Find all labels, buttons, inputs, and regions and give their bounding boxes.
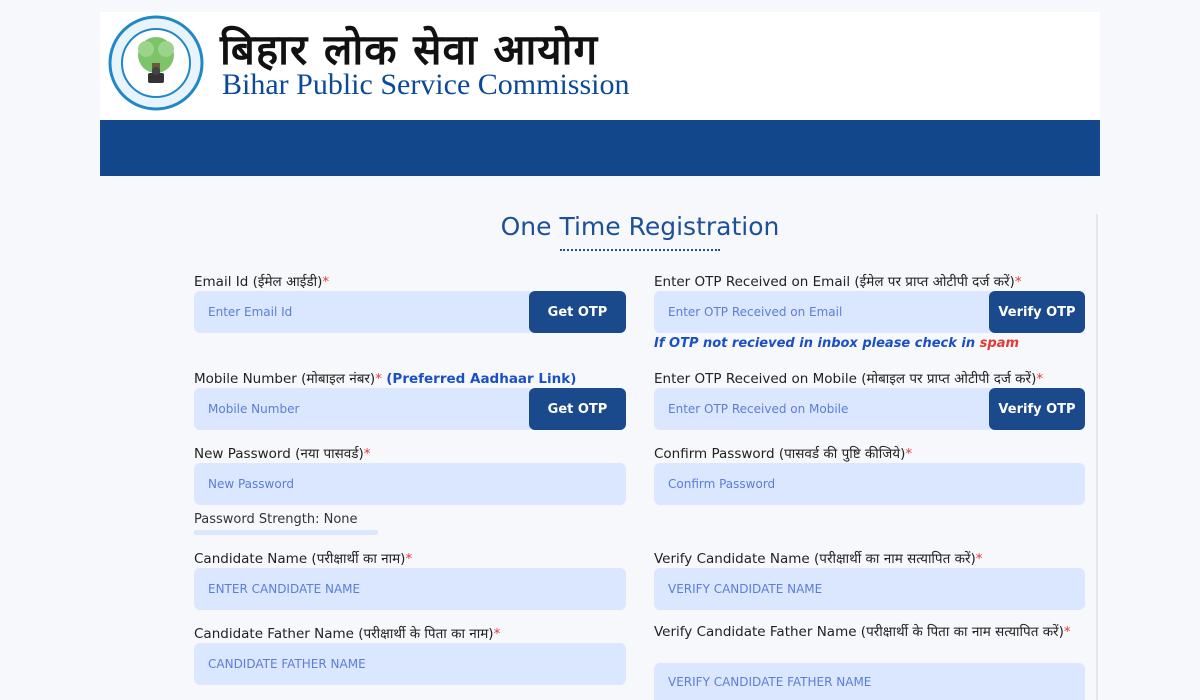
email-label-text: Email Id (ईमेल आईडी) — [194, 274, 323, 290]
required-mark: * — [493, 626, 501, 642]
required-mark: * — [322, 274, 330, 290]
new-password-input[interactable] — [194, 463, 626, 505]
required-mark: * — [905, 446, 913, 462]
email-otp-label: Enter OTP Received on Email (ईमेल पर प्र… — [654, 272, 1022, 290]
form-title-wrap: One Time Registration — [420, 212, 860, 251]
candidate-name-label-text: Candidate Name (परीक्षार्थी का नाम) — [194, 551, 406, 567]
father-name-label-text: Candidate Father Name (परीक्षार्थी के पि… — [194, 626, 494, 642]
candidate-name-label: Candidate Name (परीक्षार्थी का नाम)* — [194, 549, 412, 567]
password-strength-text: Password Strength: None — [194, 512, 358, 527]
email-otp-label-text: Enter OTP Received on Email (ईमेल पर प्र… — [654, 274, 1015, 290]
required-mark: * — [1036, 371, 1044, 387]
email-input[interactable] — [194, 291, 534, 333]
aadhaar-link-note: (Preferred Aadhaar Link) — [386, 371, 577, 387]
confirm-password-input[interactable] — [654, 463, 1085, 505]
mobile-verify-otp-button[interactable]: Verify OTP — [989, 388, 1085, 430]
title-underline — [560, 249, 720, 251]
logo-english: Bihar Public Service Commission — [222, 68, 630, 101]
email-verify-otp-button[interactable]: Verify OTP — [989, 291, 1085, 333]
page-title: One Time Registration — [500, 212, 780, 241]
email-otp-input[interactable] — [654, 291, 994, 333]
header: बिहार लोक सेवा आयोग Bihar Public Service… — [100, 12, 1100, 120]
candidate-name-input[interactable] — [194, 568, 626, 610]
required-mark: * — [363, 446, 371, 462]
email-get-otp-button[interactable]: Get OTP — [529, 291, 626, 333]
navbar — [100, 120, 1100, 176]
content-border — [1096, 214, 1098, 700]
father-name-input[interactable] — [194, 643, 626, 685]
required-mark: * — [1014, 274, 1022, 290]
email-label: Email Id (ईमेल आईडी)* — [194, 272, 329, 290]
verify-candidate-name-label: Verify Candidate Name (परीक्षार्थी का ना… — [654, 549, 983, 567]
father-name-label: Candidate Father Name (परीक्षार्थी के पि… — [194, 624, 500, 642]
bpsc-seal-icon — [108, 15, 204, 111]
mobile-otp-input[interactable] — [654, 388, 994, 430]
mobile-otp-label-text: Enter OTP Received on Mobile (मोबाइल पर … — [654, 371, 1037, 387]
verify-father-name-label-text: Verify Candidate Father Name (परीक्षार्थ… — [654, 624, 1064, 640]
spam-note: If OTP not recieved in inbox please chec… — [654, 336, 1019, 351]
verify-father-name-label: Verify Candidate Father Name (परीक्षार्थ… — [654, 622, 1084, 642]
new-password-label: New Password (नया पासवर्ड)* — [194, 444, 371, 462]
new-password-label-text: New Password (नया पासवर्ड) — [194, 446, 364, 462]
confirm-password-label-text: Confirm Password (पासवर्ड की पुष्टि कीजि… — [654, 446, 906, 462]
required-mark: * — [1063, 624, 1071, 640]
mobile-label: Mobile Number (मोबाइल नंबर)* (Preferred … — [194, 369, 576, 387]
mobile-label-text: Mobile Number (मोबाइल नंबर) — [194, 371, 376, 387]
verify-candidate-name-input[interactable] — [654, 568, 1085, 610]
verify-father-name-input[interactable] — [654, 663, 1085, 700]
mobile-otp-label: Enter OTP Received on Mobile (मोबाइल पर … — [654, 369, 1043, 387]
mobile-get-otp-button[interactable]: Get OTP — [529, 388, 626, 430]
spam-note-text: If OTP not recieved in inbox please chec… — [654, 336, 976, 351]
required-mark: * — [405, 551, 413, 567]
mobile-input[interactable] — [194, 388, 534, 430]
required-mark: * — [375, 371, 382, 387]
confirm-password-label: Confirm Password (पासवर्ड की पुष्टि कीजि… — [654, 444, 912, 462]
spam-word: spam — [979, 336, 1020, 351]
password-strength-bar — [194, 530, 378, 535]
required-mark: * — [975, 551, 983, 567]
verify-candidate-name-label-text: Verify Candidate Name (परीक्षार्थी का ना… — [654, 551, 976, 567]
